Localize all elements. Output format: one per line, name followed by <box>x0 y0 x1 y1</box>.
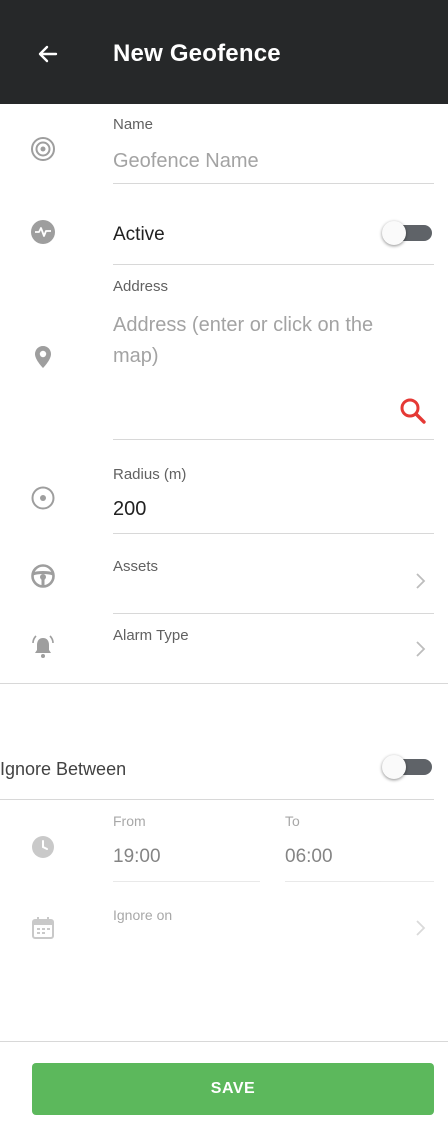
alarm-type-chevron-right-icon[interactable] <box>414 639 428 659</box>
section-divider <box>0 683 448 684</box>
active-toggle[interactable] <box>382 221 432 245</box>
to-divider <box>285 881 434 882</box>
radio-target-icon <box>30 485 56 511</box>
from-time-input[interactable]: 19:00 <box>113 846 161 868</box>
activity-icon <box>30 219 56 245</box>
assets-label[interactable]: Assets <box>113 558 158 575</box>
alarm-type-label[interactable]: Alarm Type <box>113 627 189 644</box>
ignore-on-chevron-right-icon[interactable] <box>414 918 428 938</box>
back-arrow-icon[interactable] <box>30 36 66 72</box>
location-pin-icon <box>30 344 56 370</box>
search-icon[interactable] <box>398 396 428 426</box>
target-icon <box>30 136 56 162</box>
steering-wheel-icon <box>30 563 56 589</box>
active-label: Active <box>113 224 165 245</box>
save-button[interactable]: SAVE <box>32 1063 434 1115</box>
ignore-on-label[interactable]: Ignore on <box>113 907 172 923</box>
active-divider <box>113 264 434 265</box>
address-input[interactable]: Address (enter or click on the map) <box>113 310 413 372</box>
from-divider <box>113 881 260 882</box>
to-label: To <box>285 813 300 829</box>
app-bar: New Geofence <box>0 0 448 104</box>
address-label: Address <box>113 278 169 295</box>
address-divider <box>113 439 434 440</box>
page-title: New Geofence <box>113 40 281 67</box>
assets-chevron-right-icon[interactable] <box>414 571 428 591</box>
radius-divider <box>113 533 434 534</box>
name-divider <box>113 183 434 184</box>
to-time-input[interactable]: 06:00 <box>285 846 333 868</box>
clock-icon <box>30 834 56 860</box>
radius-label: Radius (m) <box>113 466 187 483</box>
assets-divider <box>113 613 434 614</box>
ignore-between-toggle[interactable] <box>382 755 432 779</box>
name-label: Name <box>113 116 154 133</box>
radius-input[interactable]: 200 <box>113 498 146 521</box>
footer-divider <box>0 1041 448 1042</box>
alarm-bell-icon <box>30 634 56 660</box>
geofence-name-input[interactable]: Geofence Name <box>113 146 259 177</box>
from-label: From <box>113 813 146 829</box>
ignore-between-label: Ignore Between <box>0 759 127 779</box>
ignore-between-divider <box>0 799 434 800</box>
calendar-icon <box>30 915 56 941</box>
